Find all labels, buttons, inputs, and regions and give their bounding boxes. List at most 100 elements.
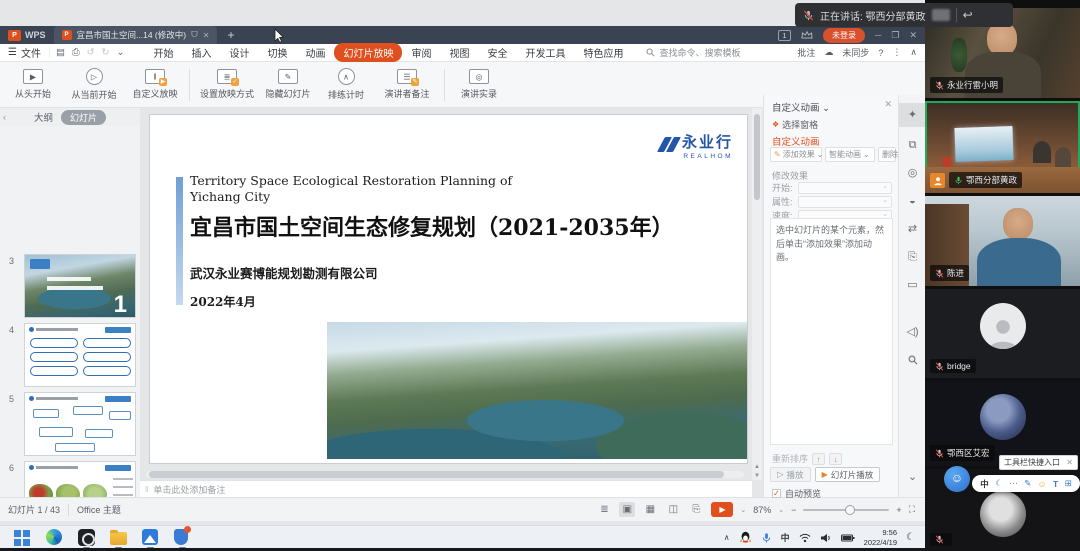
hide-slide-button[interactable]: ✎ 隐藏幻灯片 (259, 69, 317, 100)
shapes-pane-icon[interactable]: ◎ (899, 161, 926, 185)
video-tile-participant-4[interactable]: bridge (925, 289, 1080, 378)
fit-screen-icon[interactable]: ⛶ (909, 504, 915, 515)
outline-tab[interactable]: 大纲 (34, 110, 53, 124)
member-crown-icon[interactable] (801, 31, 813, 39)
tab-review[interactable]: 审阅 (402, 43, 440, 62)
wps-app-menu[interactable]: P WPS (0, 30, 54, 41)
normal-view-icon[interactable]: ▣ (619, 502, 635, 517)
taskbar-clock[interactable]: 9:56 2022/4/19 (864, 528, 897, 547)
wifi-icon[interactable] (799, 533, 811, 543)
close-button[interactable]: ✕ (909, 30, 917, 41)
help-icon[interactable]: ? (878, 48, 883, 58)
ime-logo-icon[interactable]: ☺ (944, 466, 970, 492)
reorder-down-button[interactable]: ↓ (829, 453, 842, 465)
zoom-in-icon[interactable]: + (896, 505, 901, 515)
slide-panorama-photo[interactable] (327, 322, 747, 459)
slide-thumbnail-5[interactable] (24, 392, 136, 456)
reorder-up-button[interactable]: ↑ (812, 453, 825, 465)
notes-bar[interactable]: ‖ 单击此处添加备注 (140, 480, 752, 497)
smart-animation-button[interactable]: 智能动画⌄ (825, 147, 875, 162)
play-animation-button[interactable]: ▷播放 (770, 467, 811, 482)
file-explorer-icon[interactable] (110, 529, 127, 546)
document-tab[interactable]: P 宜昌市国土空间...14 (修改中) ᗜ ✕ (54, 26, 218, 44)
undo-icon[interactable]: ↺ (87, 47, 95, 58)
selection-pane-button[interactable]: ❖ 选择窗格 (772, 118, 818, 131)
maximize-button[interactable]: ❐ (891, 30, 899, 41)
battery-icon[interactable] (841, 534, 855, 542)
reading-view-icon[interactable]: ◫ (665, 502, 681, 517)
new-tab-button[interactable]: + (227, 28, 234, 42)
rehearse-timing-button[interactable]: ∧ 排练计时 (317, 68, 375, 101)
notification-moon-icon[interactable]: ☾ (906, 532, 915, 543)
login-button[interactable]: 未登录 (823, 28, 865, 43)
horizontal-scrollbar[interactable] (145, 470, 745, 479)
tab-home[interactable]: 开始 (144, 43, 182, 62)
transfer-pane-icon[interactable]: ⇄ (899, 217, 926, 241)
slide-subtitle-en[interactable]: Territory Space Ecological Restoration P… (190, 173, 512, 206)
slide-canvas[interactable]: 永业行 REALHOM Territory Space Ecological R… (150, 115, 747, 463)
ime-indicator[interactable]: 中 (781, 531, 790, 544)
fill-pane-icon[interactable]: ◒ (899, 189, 926, 213)
scroll-up-icon[interactable]: ▲ (752, 464, 762, 470)
slideshow-start-button[interactable]: ▶ (711, 502, 733, 517)
zoom-slider[interactable] (803, 509, 889, 511)
reply-arrow-icon[interactable]: ↩ (963, 8, 973, 22)
tab-transitions[interactable]: 切换 (258, 43, 296, 62)
tab-animations[interactable]: 动画 (296, 43, 334, 62)
play-options-icon[interactable]: ⌄ (740, 506, 746, 514)
wps-shield-icon[interactable] (174, 529, 191, 546)
tab-comment-icon[interactable]: ᗜ (191, 30, 198, 40)
zoom-out-icon[interactable]: − (791, 505, 796, 515)
microphone-tray-icon[interactable] (761, 532, 772, 544)
strip-more-icon[interactable]: ⌄ (899, 465, 926, 489)
start-button[interactable] (14, 529, 31, 546)
notes-toggle-icon[interactable]: ≣ (596, 502, 612, 517)
ime-toolbar[interactable]: 中 ☾ ⋯ ✎ ☺ T ⊞ (972, 475, 1080, 492)
slide-date[interactable]: 2022年4月 (190, 293, 256, 310)
edge-browser-icon[interactable] (46, 529, 63, 546)
collapse-ribbon-icon[interactable]: ∧ (910, 47, 917, 58)
tray-expand-icon[interactable]: ∧ (724, 533, 730, 542)
slide-title[interactable]: 宜昌市国土空间生态修复规划（2021-2035年） (190, 210, 674, 242)
lecture-record-button[interactable]: ◎ 演讲实录 (450, 69, 508, 100)
scroll-down-icon[interactable]: ▼ (752, 473, 762, 479)
property-dropdown[interactable] (798, 196, 892, 208)
theme-label[interactable]: Office 主题 (77, 503, 121, 516)
collapse-pane-icon[interactable]: ‹ (3, 112, 6, 122)
ime-pen-icon[interactable]: ✎ (1024, 478, 1031, 489)
hscroll-thumb[interactable] (149, 471, 724, 478)
panel-close-icon[interactable]: ✕ (884, 99, 892, 110)
tab-close-icon[interactable]: ✕ (203, 31, 210, 40)
tab-design[interactable]: 设计 (220, 43, 258, 62)
start-from-current-button[interactable]: ▷ 从当前开始 (62, 68, 126, 101)
custom-show-button[interactable]: ‖▶ 自定义放映 (126, 69, 184, 100)
volume-icon[interactable] (820, 533, 832, 543)
delete-effect-button[interactable]: 删除 (878, 147, 896, 162)
add-effect-button[interactable]: ✎ 添加效果⌄ (770, 147, 822, 162)
setup-show-button[interactable]: ≣✓ 设置放映方式 (195, 69, 259, 100)
slide-company[interactable]: 武汉永业赛博能规划勘测有限公司 (190, 263, 378, 282)
projector-icon[interactable]: ⎘ (688, 502, 704, 517)
slide-thumbnail-6[interactable] (24, 461, 136, 497)
qq-icon[interactable] (739, 531, 752, 544)
print-icon[interactable]: ⎙ (72, 47, 80, 58)
speaker-pane-icon[interactable]: ◁) (899, 320, 926, 344)
zoom-options-icon[interactable]: ⌄ (778, 506, 784, 514)
tab-devtools[interactable]: 开发工具 (516, 43, 574, 62)
save-icon[interactable]: ▤ (56, 47, 65, 58)
customize-quickbar-icon[interactable]: ⌄ (117, 47, 125, 58)
slide-thumbnail-3[interactable]: 1 (24, 254, 136, 318)
tab-view[interactable]: 视图 (440, 43, 478, 62)
slide-thumbnail-4[interactable] (24, 323, 136, 387)
file-menu[interactable]: ☰ 文件 (0, 45, 49, 60)
slides-tab[interactable]: 幻灯片 (61, 110, 106, 125)
zoom-slider-knob[interactable] (845, 505, 855, 515)
animation-pane-icon[interactable]: ✦ (899, 103, 926, 127)
ime-mode-indicator[interactable]: 中 (980, 478, 989, 490)
comment-button[interactable]: 批注 (797, 46, 815, 59)
ime-moon-icon[interactable]: ☾ (995, 478, 1003, 489)
speaker-notes-button[interactable]: ☰✎ 演讲者备注 (375, 69, 439, 100)
vertical-scrollbar[interactable]: ▲ ▼ (752, 108, 762, 480)
slideshow-play-button[interactable]: ▶ 幻灯片播放 (815, 467, 881, 482)
tab-security[interactable]: 安全 (478, 43, 516, 62)
